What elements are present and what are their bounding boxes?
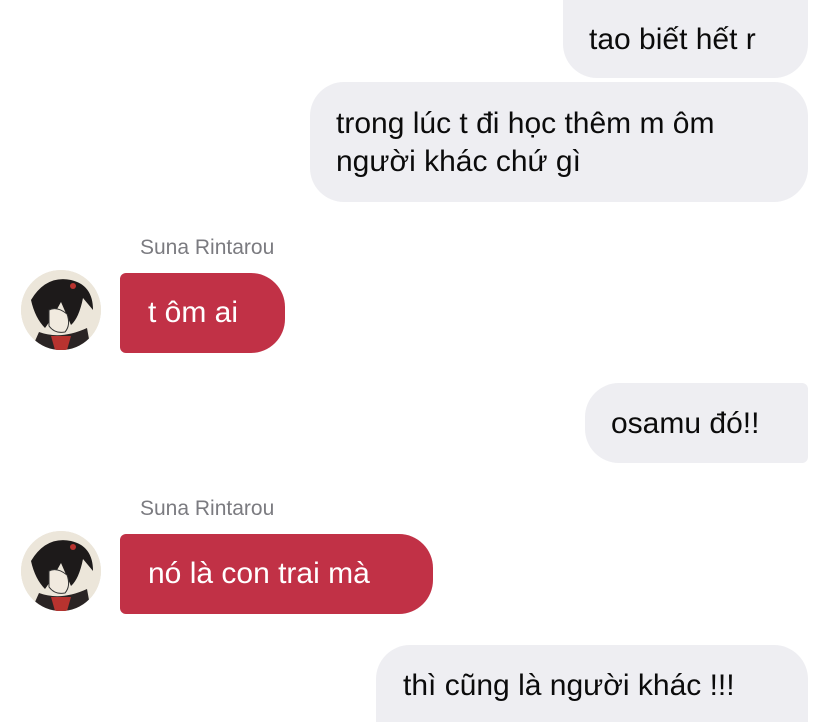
message-bubble-sent[interactable]: thì cũng là người khác !!! xyxy=(376,645,808,722)
avatar-illustration-icon xyxy=(21,531,101,611)
message-bubble-sent[interactable]: tao biết hết r xyxy=(563,0,808,78)
contact-avatar[interactable] xyxy=(21,270,101,350)
sender-name: Suna Rintarou xyxy=(140,236,275,259)
sender-name: Suna Rintarou xyxy=(140,497,275,520)
message-bubble-sent[interactable]: trong lúc t đi học thêm m ôm người khác … xyxy=(310,82,808,202)
message-bubble-sent[interactable]: osamu đó!! xyxy=(585,383,808,463)
message-bubble-received[interactable]: t ôm ai xyxy=(120,273,285,353)
contact-avatar[interactable] xyxy=(21,531,101,611)
avatar-illustration-icon xyxy=(21,270,101,350)
message-bubble-received[interactable]: nó là con trai mà xyxy=(120,534,433,614)
